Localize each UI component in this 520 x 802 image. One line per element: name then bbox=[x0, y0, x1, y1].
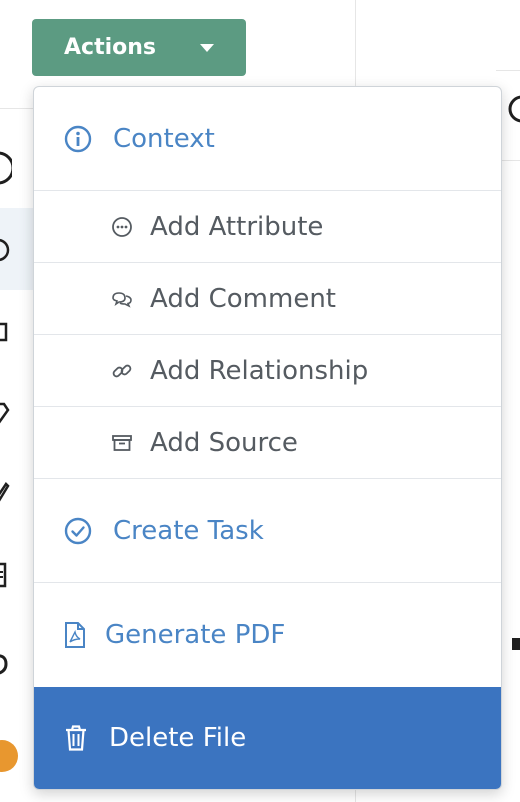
actions-dropdown-menu: Context Add Attribute Add Comment Add Re… bbox=[33, 86, 502, 790]
menu-item-create-task[interactable]: Create Task bbox=[34, 479, 501, 582]
trash-icon bbox=[63, 724, 89, 752]
actions-button[interactable]: Actions bbox=[32, 19, 246, 76]
menu-item-label: Delete File bbox=[109, 723, 247, 753]
ellipsis-circle-icon bbox=[110, 216, 134, 238]
caret-down-icon bbox=[200, 43, 214, 52]
file-pdf-icon bbox=[63, 621, 87, 649]
avatar-icon bbox=[0, 740, 18, 772]
check-circle-icon bbox=[63, 517, 93, 545]
menu-item-label: Add Comment bbox=[150, 283, 336, 314]
document-icon bbox=[0, 562, 7, 588]
menu-item-label: Add Relationship bbox=[150, 355, 369, 386]
partial-icon bbox=[508, 95, 520, 123]
actions-button-label: Actions bbox=[64, 35, 156, 60]
menu-item-generate-pdf[interactable]: Generate PDF bbox=[34, 583, 501, 687]
chat-icon bbox=[0, 654, 8, 675]
menu-item-label: Context bbox=[113, 123, 215, 154]
info-icon bbox=[63, 125, 93, 153]
menu-item-add-relationship[interactable]: Add Relationship bbox=[34, 335, 501, 406]
menu-item-label: Create Task bbox=[113, 515, 264, 546]
circle-icon bbox=[0, 151, 12, 185]
tag-icon bbox=[0, 402, 10, 424]
partial-icon bbox=[512, 638, 520, 650]
menu-item-label: Add Source bbox=[150, 427, 298, 458]
menu-item-add-comment[interactable]: Add Comment bbox=[34, 263, 501, 334]
comments-icon bbox=[110, 288, 134, 310]
menu-item-label: Add Attribute bbox=[150, 211, 324, 242]
menu-item-add-attribute[interactable]: Add Attribute bbox=[34, 191, 501, 262]
menu-item-label: Generate PDF bbox=[105, 620, 286, 650]
link-icon bbox=[110, 360, 134, 382]
archive-icon bbox=[110, 432, 134, 454]
menu-item-delete-file[interactable]: Delete File bbox=[34, 687, 501, 789]
ellipsis-circle-icon bbox=[0, 238, 10, 262]
pencil-icon bbox=[0, 482, 10, 502]
menu-item-add-source[interactable]: Add Source bbox=[34, 407, 501, 478]
divider bbox=[496, 70, 520, 71]
archive-icon bbox=[0, 322, 8, 342]
menu-item-context[interactable]: Context bbox=[34, 87, 501, 190]
